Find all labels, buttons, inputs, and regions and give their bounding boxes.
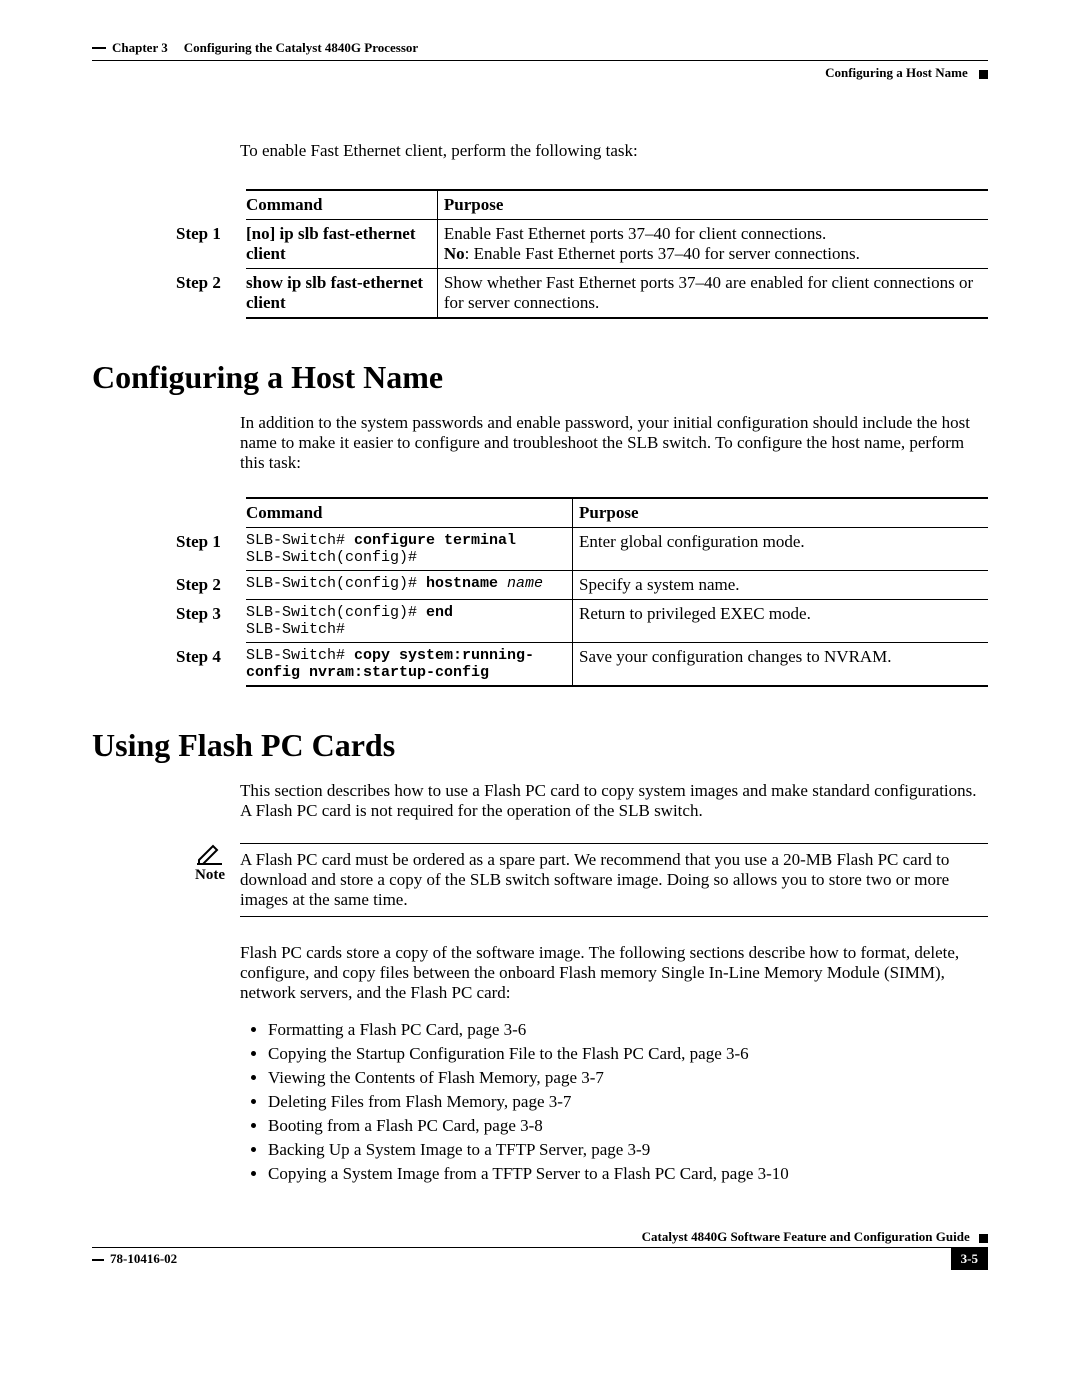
table1-purpose1-line1: Enable Fast Ethernet ports 37–40 for cli… [444, 224, 826, 243]
footer-guide-text: Catalyst 4840G Software Feature and Conf… [642, 1229, 970, 1244]
t2r1-prompt2: SLB-Switch(config)# [246, 549, 417, 566]
flash-bullets: Formatting a Flash PC Card, page 3-6 Cop… [240, 1020, 988, 1184]
t2r2-prompt1: SLB-Switch(config)# [246, 575, 426, 592]
header-rule [92, 60, 988, 61]
footer-pagenum: 3-5 [951, 1248, 988, 1270]
t2r2-cmd1: hostname [426, 575, 498, 592]
note-body: A Flash PC card must be ordered as a spa… [240, 843, 988, 917]
section-title-hostname: Configuring a Host Name [92, 359, 988, 396]
t2r2-arg1: name [498, 575, 543, 592]
bullet-item: Backing Up a System Image to a TFTP Serv… [268, 1140, 988, 1160]
fast-ethernet-table: Command Purpose Step 1 [no] ip slb fast-… [176, 189, 988, 319]
footer-row: 78-10416-02 3-5 [92, 1248, 988, 1270]
header-subsection: Configuring a Host Name [92, 65, 988, 81]
t2r4-prompt1: SLB-Switch# [246, 647, 354, 664]
table1-purpose1: Enable Fast Ethernet ports 37–40 for cli… [437, 220, 988, 269]
bullet-item: Copying a System Image from a TFTP Serve… [268, 1164, 988, 1184]
table2-step3: Step 3 [176, 600, 246, 643]
table1-purpose2: Show whether Fast Ethernet ports 37–40 a… [437, 269, 988, 319]
footer-docnum: 78-10416-02 [92, 1251, 177, 1267]
bullet-item: Booting from a Flash PC Card, page 3-8 [268, 1116, 988, 1136]
footer: Catalyst 4840G Software Feature and Conf… [92, 1229, 988, 1270]
table1-cmd1: [no] ip slb fast-ethernet client [246, 220, 437, 269]
footer-guide: Catalyst 4840G Software Feature and Conf… [92, 1229, 988, 1245]
table1-purpose1-no-label: No [444, 244, 465, 263]
t2r3-prompt2: SLB-Switch# [246, 621, 345, 638]
table1-step2: Step 2 [176, 269, 246, 319]
table1-cmd2: show ip slb fast-ethernet client [246, 269, 437, 319]
pencil-icon [196, 843, 224, 865]
t2r1-prompt1: SLB-Switch# [246, 532, 354, 549]
bullet-item: Deleting Files from Flash Memory, page 3… [268, 1092, 988, 1112]
table1-head-command: Command [246, 190, 437, 220]
header-square-icon [979, 70, 988, 79]
bullet-item: Formatting a Flash PC Card, page 3-6 [268, 1020, 988, 1040]
header-section-right: Configuring a Host Name [825, 65, 968, 80]
table2-cmd4: SLB-Switch# copy system:running-config n… [246, 643, 573, 687]
table2-step1: Step 1 [176, 528, 246, 571]
note-label: Note [180, 867, 240, 884]
table2-purpose1: Enter global configuration mode. [573, 528, 989, 571]
note-block: Note A Flash PC card must be ordered as … [180, 843, 988, 917]
footer-square-icon [979, 1234, 988, 1243]
page: Chapter 3 Configuring the Catalyst 4840G… [0, 0, 1080, 1310]
table1-purpose1-no-text: : Enable Fast Ethernet ports 37–40 for s… [465, 244, 860, 263]
hostname-table: Command Purpose Step 1 SLB-Switch# confi… [176, 497, 988, 687]
section3-text2: Flash PC cards store a copy of the softw… [240, 943, 988, 1003]
bullet-item: Viewing the Contents of Flash Memory, pa… [268, 1068, 988, 1088]
chapter-title: Configuring the Catalyst 4840G Processor [184, 40, 418, 56]
table2-head-purpose: Purpose [573, 498, 989, 528]
note-icon-col: Note [180, 843, 240, 884]
section2-content: In addition to the system passwords and … [240, 413, 988, 687]
content-area: To enable Fast Ethernet client, perform … [240, 141, 988, 319]
table2-purpose4: Save your configuration changes to NVRAM… [573, 643, 989, 687]
t2r3-prompt1: SLB-Switch(config)# [246, 604, 426, 621]
intro-text-1: To enable Fast Ethernet client, perform … [240, 141, 988, 161]
section3-content: This section describes how to use a Flas… [240, 781, 988, 1184]
table2-step4: Step 4 [176, 643, 246, 687]
footer-docnum-text: 78-10416-02 [110, 1251, 177, 1266]
table1-step1: Step 1 [176, 220, 246, 269]
chapter-label: Chapter 3 [112, 40, 168, 56]
table2-head-command: Command [246, 498, 573, 528]
table1-head-purpose: Purpose [437, 190, 988, 220]
section3-text1: This section describes how to use a Flas… [240, 781, 988, 821]
table2-purpose2: Specify a system name. [573, 571, 989, 600]
table2-step2: Step 2 [176, 571, 246, 600]
section-title-flash: Using Flash PC Cards [92, 727, 988, 764]
header-row: Chapter 3 Configuring the Catalyst 4840G… [92, 40, 988, 56]
header-left-dash [92, 47, 106, 49]
table2-cmd1: SLB-Switch# configure terminal SLB-Switc… [246, 528, 573, 571]
bullet-item: Copying the Startup Configuration File t… [268, 1044, 988, 1064]
note-text: A Flash PC card must be ordered as a spa… [240, 844, 988, 916]
table2-cmd3: SLB-Switch(config)# end SLB-Switch# [246, 600, 573, 643]
footer-left-dash [92, 1259, 104, 1261]
t2r3-cmd1: end [426, 604, 453, 621]
table2-purpose3: Return to privileged EXEC mode. [573, 600, 989, 643]
t2r1-cmd1: configure terminal [354, 532, 516, 549]
table2-cmd2: SLB-Switch(config)# hostname name [246, 571, 573, 600]
section2-text: In addition to the system passwords and … [240, 413, 988, 473]
